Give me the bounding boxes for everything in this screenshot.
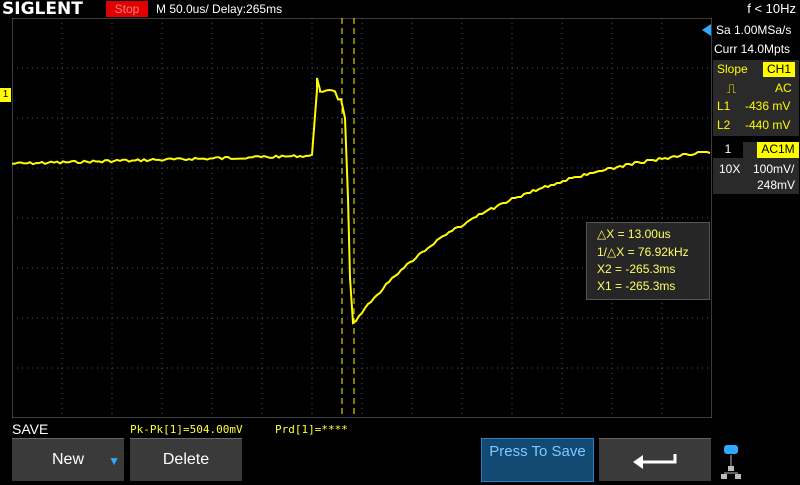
vertical-offset: 248mV [757, 178, 796, 192]
waveform-display[interactable] [12, 18, 712, 418]
trigger-source-badge: CH1 [763, 62, 795, 77]
cursor-x1-value: X1 = -265.3ms [597, 279, 676, 293]
top-status-bar: SIGLENT Stop M 50.0us/ Delay:265ms f < 1… [0, 0, 800, 19]
delete-button[interactable]: Delete [130, 438, 242, 481]
channel1-info-panel[interactable]: 1 AC1M 10X 100mV/ 248mV [713, 142, 799, 194]
channel1-level-marker[interactable]: 1 [0, 88, 11, 102]
pk-pk-measurement: Pk-Pk[1]=504.00mV [130, 423, 243, 436]
channel1-marker-label: 1 [2, 89, 9, 100]
back-button[interactable] [599, 438, 711, 481]
vertical-scale: 100mV/ [753, 162, 795, 176]
cursor-delta-x: △X = 13.00us [597, 227, 671, 241]
delay-value: Delay:265ms [212, 2, 283, 16]
new-button-label: New [51, 451, 84, 468]
trigger-frequency: f < 10Hz [747, 1, 796, 16]
period-measurement: Prd[1]=**** [275, 423, 348, 436]
trigger-info-panel[interactable]: Slope CH1 ⎍ AC L1 -436 mV L2 -440 mV [713, 60, 799, 136]
network-status-icon [718, 440, 748, 480]
memory-depth: Curr 14.0Mpts [714, 42, 791, 56]
rising-edge-icon: ⎍ [727, 81, 737, 96]
channel-coupling-badge: AC1M [757, 142, 799, 158]
run-stop-badge[interactable]: Stop [106, 1, 148, 17]
sample-rate: Sa 1.00MSa/s [716, 23, 792, 37]
trigger-slope-label: Slope [717, 62, 748, 76]
menu-title: SAVE [12, 421, 49, 437]
brand-logo: SIGLENT [2, 0, 83, 19]
trigger-coupling: AC [775, 81, 792, 95]
timebase-readout: M 50.0us/ Delay:265ms [156, 2, 282, 16]
trigger-l1-value: -436 mV [745, 99, 791, 113]
trigger-l2-label: L2 [717, 118, 731, 132]
return-arrow-icon [633, 453, 677, 469]
probe-ratio: 10X [719, 162, 741, 176]
trigger-l1-label: L1 [717, 99, 731, 113]
channel-number: 1 [713, 142, 743, 158]
cursor-measurement-box: △X = 13.00us 1/△X = 76.92kHz X2 = -265.3… [586, 222, 710, 300]
press-to-save-button[interactable]: Press To Save [481, 438, 594, 482]
trigger-l2-value: -440 mV [745, 118, 791, 132]
arrow-down-icon: ▼ [108, 454, 120, 468]
cursor-inverse-delta-x: 1/△X = 76.92kHz [597, 245, 689, 259]
new-button[interactable]: New ▼ [12, 438, 124, 481]
trigger-position-icon[interactable] [702, 24, 711, 36]
cursor-x2-value: X2 = -265.3ms [597, 262, 676, 276]
timebase-value: M 50.0us/ [156, 2, 209, 16]
